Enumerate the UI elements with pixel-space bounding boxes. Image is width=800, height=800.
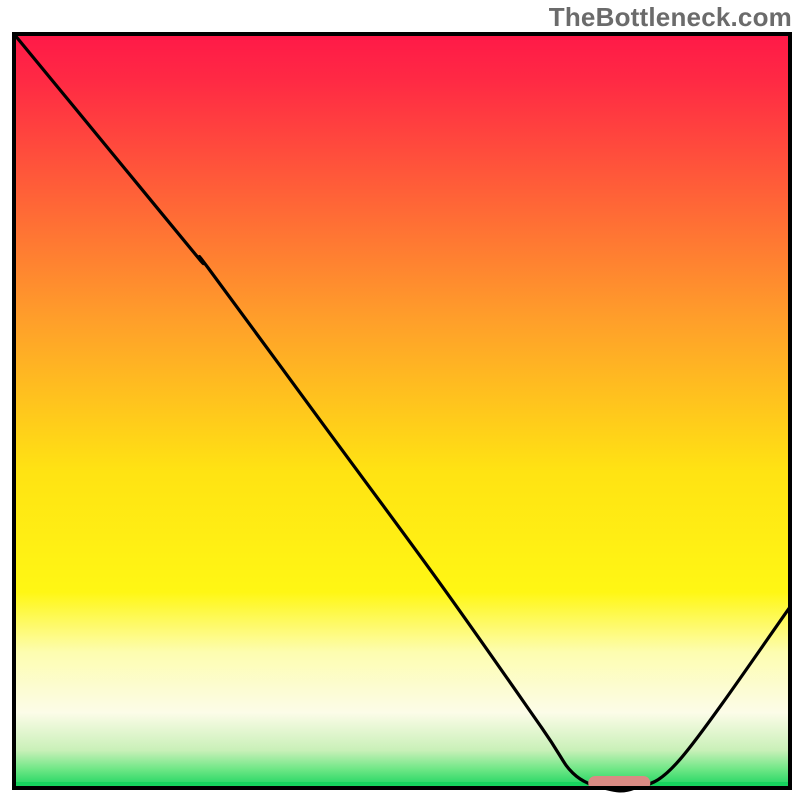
bottleneck-chart <box>0 0 800 800</box>
watermark-text: TheBottleneck.com <box>549 2 792 33</box>
plot-background <box>14 34 790 788</box>
chart-frame: TheBottleneck.com <box>0 0 800 800</box>
